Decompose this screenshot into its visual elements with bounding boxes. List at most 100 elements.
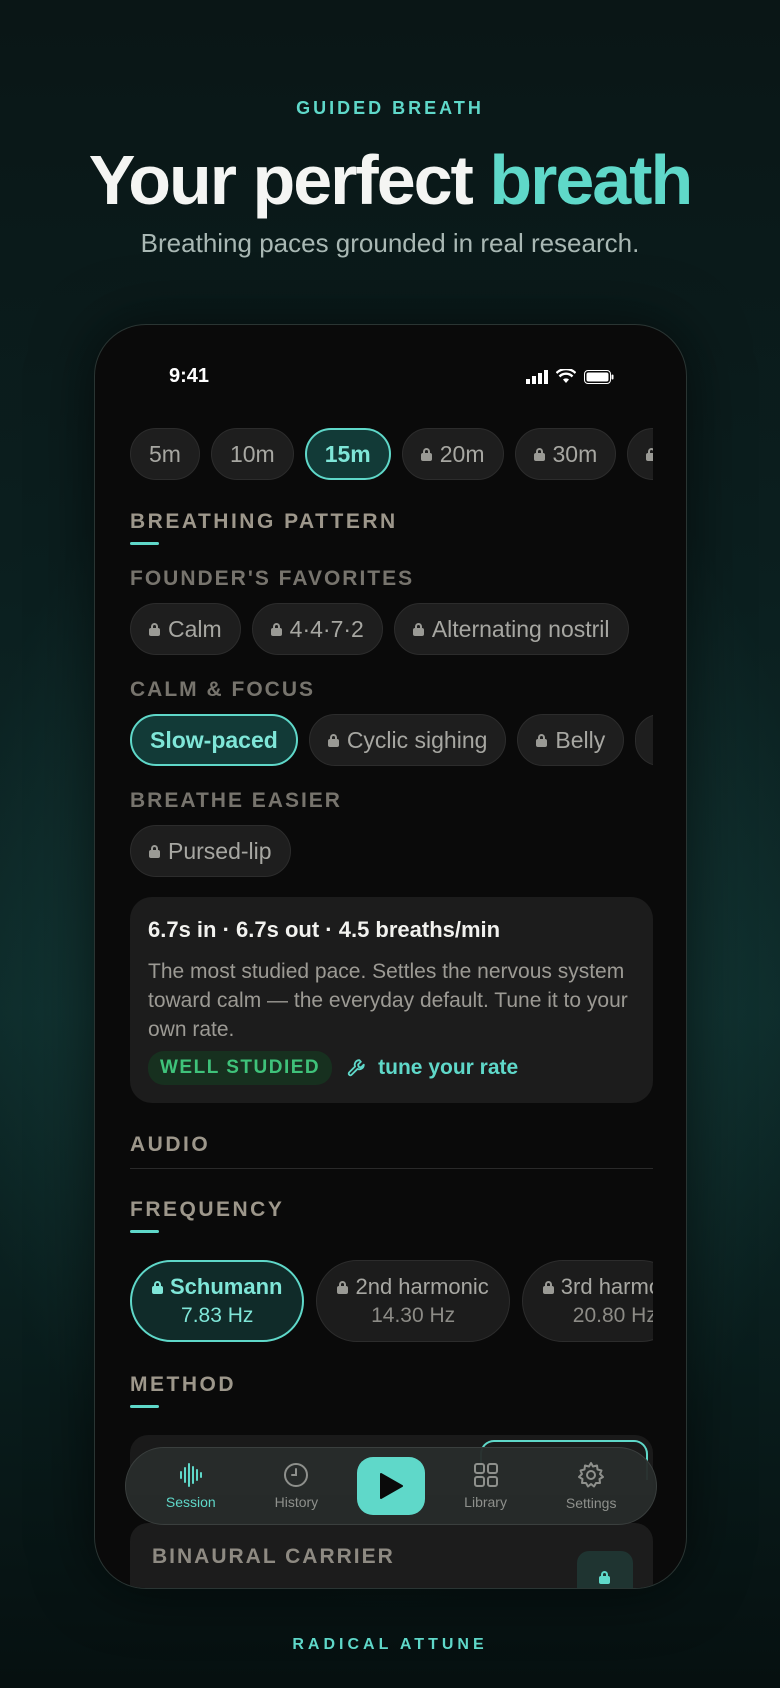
phone-frame: 9:41 5m 10m 15m 20m 30m 60m BREATHING PA… (94, 324, 687, 1589)
status-bar: 9:41 (95, 365, 686, 395)
frequency-name-label: 2nd harmonic (355, 1274, 489, 1299)
group-label-founders: FOUNDER'S FAVORITES (130, 567, 415, 590)
duration-selector: 5m 10m 15m 20m 30m 60m (130, 428, 653, 480)
frequency-name-label: Schumann (170, 1274, 283, 1299)
play-icon (379, 1473, 403, 1499)
frequency-name-label: 3rd harmo (560, 1274, 653, 1299)
pattern-label: Belly (555, 726, 606, 753)
pattern-chip-more[interactable] (635, 714, 653, 766)
lock-icon (149, 844, 160, 858)
frequency-value: 20.80 Hz (572, 1304, 653, 1327)
pattern-chip-belly[interactable]: Belly (517, 714, 625, 766)
lock-icon (420, 447, 432, 461)
duration-chip-20m[interactable]: 20m (401, 428, 504, 480)
pattern-chip-cyclic-sighing[interactable]: Cyclic sighing (308, 714, 507, 766)
duration-label: 20m (439, 440, 485, 467)
tab-settings[interactable]: Settings (546, 1461, 636, 1511)
tune-rate-link[interactable]: tune your rate (346, 1056, 518, 1080)
section-underline (130, 542, 159, 545)
calm-focus-row: Slow-paced Cyclic sighing Belly (130, 714, 653, 766)
pattern-chip-4472[interactable]: 4·4·7·2 (251, 603, 383, 655)
section-underline (130, 1230, 159, 1233)
lock-icon (412, 622, 424, 636)
founders-favorites-row: Calm 4·4·7·2 Alternating nostril (130, 603, 653, 655)
gear-icon (578, 1462, 605, 1488)
duration-chip-5m[interactable]: 5m (130, 428, 200, 480)
frequency-value: 14.30 Hz (371, 1304, 456, 1327)
play-button[interactable] (356, 1457, 425, 1515)
pattern-info-card: 6.7s in · 6.7s out · 4.5 breaths/min The… (130, 897, 653, 1103)
pattern-info-footer: WELL STUDIED tune your rate (148, 1051, 518, 1085)
pattern-label: Cyclic sighing (346, 726, 488, 753)
lock-icon (327, 733, 339, 747)
lock-icon (646, 447, 653, 461)
tab-label: Settings (565, 1495, 617, 1511)
clock-icon (284, 1463, 309, 1487)
duration-chip-30m[interactable]: 30m (514, 428, 617, 480)
duration-chip-10m[interactable]: 10m (210, 428, 294, 480)
duration-label: 30m (552, 440, 598, 467)
lock-icon (542, 1280, 554, 1294)
status-icons (526, 369, 614, 384)
frequency-name: 2nd harmonic (337, 1274, 489, 1300)
binaural-carrier-card: BINAURAL CARRIER (130, 1523, 653, 1588)
pattern-chip-calm[interactable]: Calm (130, 603, 241, 655)
battery-icon (584, 369, 614, 384)
tab-session[interactable]: Session (146, 1462, 236, 1510)
brand-footer: RADICAL ATTUNE (292, 1636, 488, 1653)
pattern-info-body: The most studied pace. Settles the nervo… (148, 960, 628, 1041)
frequency-selector: Schumann 7.83 Hz 2nd harmonic 14.30 Hz 3… (130, 1260, 653, 1342)
frequency-name: Schumann (152, 1274, 282, 1300)
waveform-icon (179, 1463, 202, 1487)
subhead: Breathing paces grounded in real researc… (140, 228, 640, 258)
pattern-chip-slow-paced[interactable]: Slow-paced (130, 714, 298, 766)
duration-chip-15m[interactable]: 15m (304, 428, 391, 480)
breathe-easier-row: Pursed-lip (130, 825, 653, 877)
headline: Your perfect breath (0, 140, 780, 220)
group-label-breathe-easier: BREATHE EASIER (130, 789, 342, 812)
signal-icon (526, 369, 548, 384)
frequency-chip-2nd-harmonic[interactable]: 2nd harmonic 14.30 Hz (316, 1260, 510, 1342)
duration-chip-more[interactable]: 60m (627, 428, 653, 480)
pattern-label: Calm (168, 615, 222, 642)
duration-label: 10m (229, 440, 275, 467)
duration-label: 15m (324, 440, 371, 467)
carrier-title: BINAURAL CARRIER (152, 1545, 395, 1568)
headline-main: Your perfect (88, 141, 490, 219)
section-underline (130, 1405, 159, 1408)
tab-label: Library (464, 1494, 507, 1510)
status-time: 9:41 (169, 365, 210, 387)
pattern-info-title: 6.7s in · 6.7s out · 4.5 breaths/min (148, 917, 501, 942)
group-label-calm-focus: CALM & FOCUS (130, 678, 315, 701)
pattern-chip-alternating-nostril[interactable]: Alternating nostril (393, 603, 629, 655)
lock-icon (270, 622, 282, 636)
audio-divider (130, 1168, 653, 1169)
tab-label: Session (165, 1494, 216, 1510)
section-title-audio: AUDIO (130, 1133, 211, 1156)
tab-history[interactable]: History (251, 1462, 341, 1510)
duration-label: 5m (149, 440, 181, 467)
wrench-icon (347, 1059, 365, 1077)
frequency-chip-schumann[interactable]: Schumann 7.83 Hz (130, 1260, 305, 1342)
pattern-label: Pursed-lip (168, 837, 272, 864)
grid-icon (473, 1463, 498, 1487)
frequency-chip-3rd-harmonic[interactable]: 3rd harmo 20.80 Hz (521, 1260, 653, 1342)
eyebrow: GUIDED BREATH (296, 98, 484, 118)
tune-rate-label: tune your rate (378, 1056, 519, 1079)
lock-icon (337, 1280, 349, 1294)
section-title-breathing-pattern: BREATHING PATTERN (130, 510, 398, 533)
carrier-lock-button[interactable] (577, 1551, 633, 1588)
tab-label: History (274, 1494, 319, 1510)
tab-bar: Session History Library Settings (125, 1447, 657, 1525)
tab-library[interactable]: Library (441, 1462, 531, 1510)
frequency-name: 3rd harmo (542, 1274, 653, 1300)
section-title-method: METHOD (130, 1373, 236, 1396)
lock-icon (599, 1571, 610, 1584)
pattern-chip-pursed-lip[interactable]: Pursed-lip (130, 825, 291, 877)
lock-icon (152, 1280, 163, 1294)
lock-icon (533, 447, 545, 461)
headline-accent: breath (489, 141, 693, 219)
pattern-label: Alternating nostril (431, 615, 610, 642)
wifi-icon (556, 369, 576, 383)
lock-icon (149, 622, 160, 636)
